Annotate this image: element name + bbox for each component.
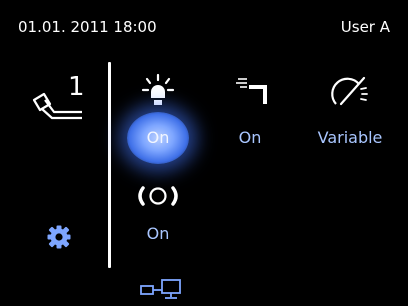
monitor-connection-icon [140,279,181,299]
vibration-control[interactable]: On [113,180,203,250]
instrument-button[interactable]: 1 [30,72,100,128]
user-label[interactable]: User A [341,18,390,36]
connection-button[interactable] [140,278,186,300]
speed-gauge-icon [331,76,368,106]
speed-status: Variable [317,128,383,147]
gear-icon [47,225,71,249]
light-status: On [146,128,170,147]
vibration-status: On [146,224,170,243]
spray-nozzle-icon [236,78,267,104]
spray-status: On [238,128,262,147]
light-control[interactable]: On [113,68,203,178]
spray-control[interactable]: On [205,68,295,158]
speed-control[interactable]: Variable [305,68,395,158]
datetime-label: 01.01. 2011 18:00 [18,18,157,36]
handpiece-icon [32,92,82,120]
divider [108,62,111,268]
light-bulb-icon [141,73,175,105]
vibration-icon [138,186,178,206]
settings-button[interactable] [46,224,72,250]
